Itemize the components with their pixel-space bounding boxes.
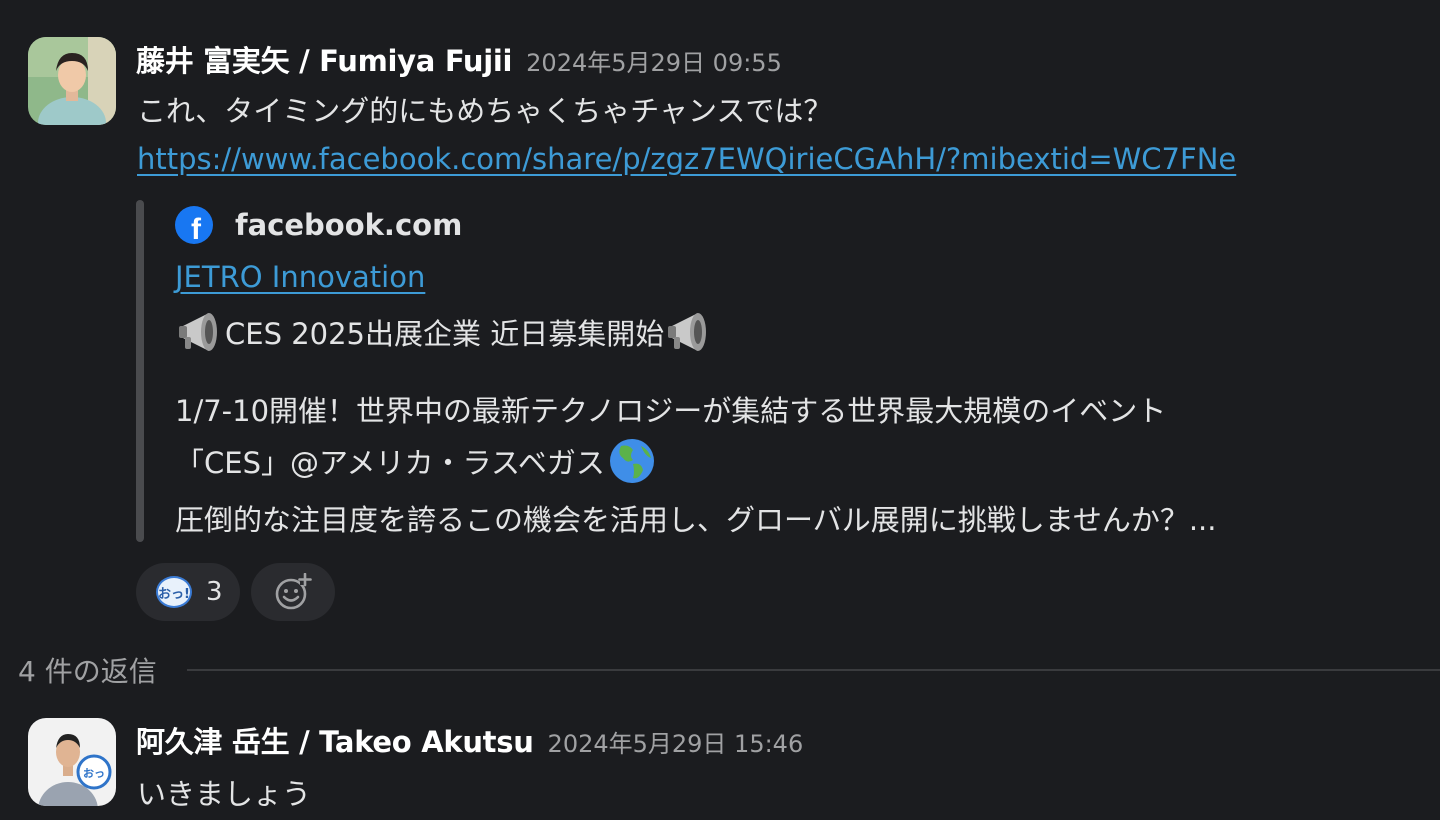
unfurl-site-name: facebook.com [235, 208, 463, 242]
oh-speech-bubble-emoji: おっ! [156, 576, 192, 608]
megaphone-icon [179, 313, 217, 351]
megaphone-icon [668, 313, 707, 351]
message-author[interactable]: 藤井 富実矢 / Fumiya Fujii 2024年5月29日 09:55 [136, 38, 782, 80]
unfurl-headline-row: CES 2025出展企業 近日募集開始 [175, 307, 714, 357]
avatar-fumiya[interactable] [28, 37, 116, 125]
reply-author[interactable]: 阿久津 岳生 / Takeo Akutsu 2024年5月29日 15:46 [136, 719, 803, 761]
reaction-oh[interactable]: おっ! 3 [136, 563, 240, 621]
globe-americas-icon [609, 439, 654, 483]
unfurl-description-line2: 「CES」@アメリカ・ラスベガス [175, 446, 605, 480]
message-text: これ、タイミング的にもめちゃくちゃチャンスでは？ [137, 94, 833, 128]
divider-line [186, 669, 1440, 671]
thread-replies-divider: 4 件の返信 [18, 650, 1440, 690]
svg-text:おっ: おっ [83, 767, 105, 780]
avatar-takeo[interactable]: おっ [28, 718, 116, 806]
reply-text: いきましょう [137, 777, 312, 811]
unfurl-border [136, 200, 144, 542]
add-reaction-icon [275, 573, 312, 610]
unfurl-headline: CES 2025出展企業 近日募集開始 [225, 317, 665, 351]
reaction-count: 3 [206, 577, 223, 607]
unfurl-description-line1: 1/7-10開催！世界中の最新テクノロジーが集結する世界最大規模のイベント [175, 394, 1167, 428]
message-link[interactable]: https://www.facebook.com/share/p/zgz7EWQ… [137, 142, 1236, 176]
reply-timestamp[interactable]: 2024年5月29日 15:46 [548, 730, 804, 758]
unfurl-description-line2-row: 「CES」@アメリカ・ラスベガス [175, 436, 657, 486]
facebook-icon: f [175, 206, 213, 244]
add-reaction-button[interactable] [251, 563, 335, 621]
unfurl-site: f facebook.com [175, 206, 462, 244]
replies-count-label[interactable]: 4 件の返信 [18, 650, 157, 690]
unfurl-description-line3: 圧倒的な注目度を誇るこの機会を活用し、グローバル展開に挑戦しませんか？... [175, 503, 1217, 537]
message-timestamp[interactable]: 2024年5月29日 09:55 [526, 49, 782, 77]
unfurl-title-link[interactable]: JETRO Innovation [175, 260, 425, 294]
